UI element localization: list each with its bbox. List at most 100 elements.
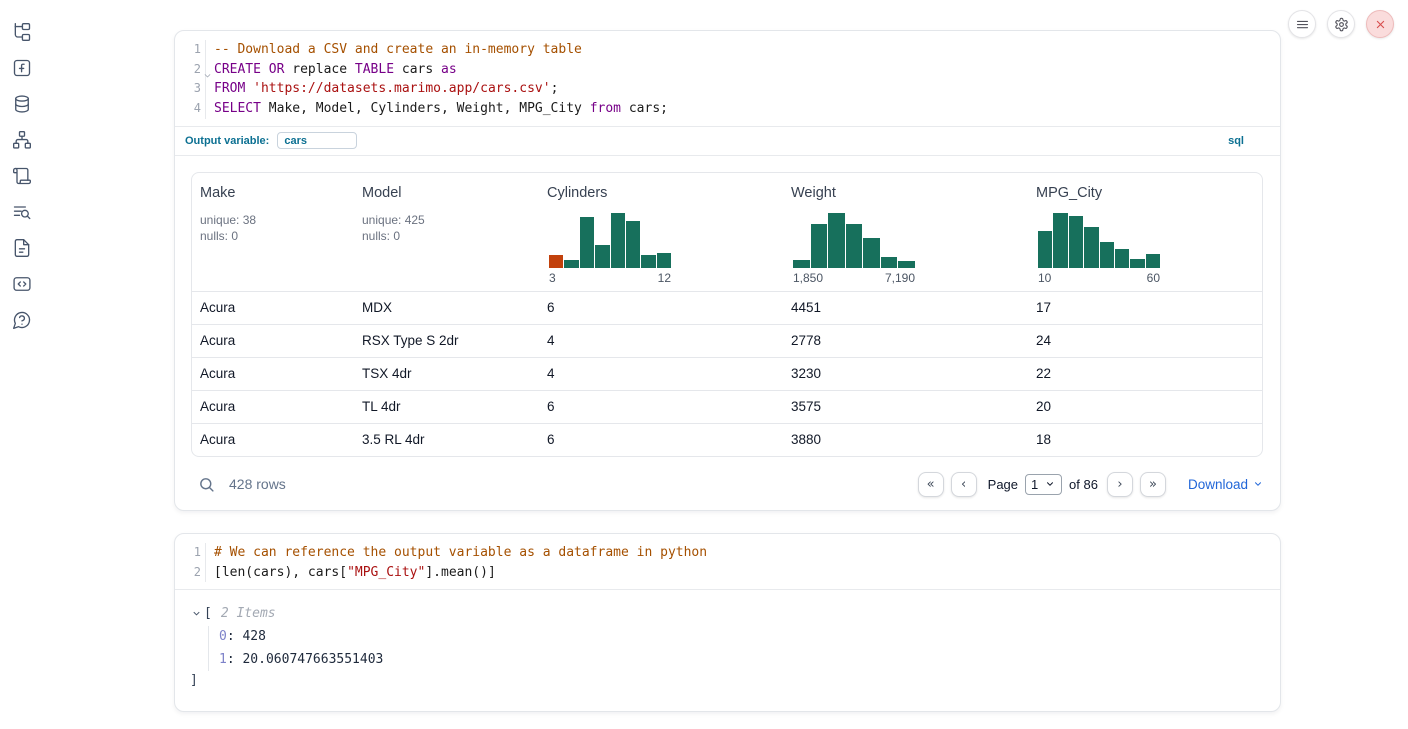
table-cell: 17	[1028, 291, 1263, 324]
code-line: 4SELECT Make, Model, Cylinders, Weight, …	[175, 99, 1280, 119]
column-histogram[interactable]: 312	[549, 213, 671, 285]
column-name: Cylinders	[547, 185, 775, 201]
histogram-axis-labels: 312	[549, 271, 671, 285]
output-tree: [ 2 Items 0: 4281: 20.060747663551403 ]	[175, 590, 1280, 691]
dependency-graph-icon[interactable]	[12, 130, 32, 150]
page-select[interactable]: 1	[1025, 474, 1062, 495]
first-page-button[interactable]: «	[918, 472, 944, 497]
settings-button[interactable]	[1327, 10, 1355, 38]
download-button[interactable]: Download	[1188, 477, 1263, 492]
histogram-bar	[657, 253, 671, 268]
table-cell: 3.5 RL 4dr	[354, 423, 539, 456]
histogram-bar	[549, 255, 563, 267]
code-line: 2CREATE OR replace TABLE cars as	[175, 60, 1280, 80]
histogram-axis-labels: 1060	[1038, 271, 1160, 285]
table-cell: 4451	[783, 291, 1028, 324]
table-cell: 4	[539, 357, 783, 390]
tree-entry: 0: 428	[219, 626, 1280, 649]
page-select-value: 1	[1031, 477, 1038, 492]
table-cell: TL 4dr	[354, 390, 539, 423]
last-page-button[interactable]: »	[1140, 472, 1166, 497]
divider	[175, 155, 1280, 156]
language-badge: sql	[1228, 135, 1244, 147]
table-row[interactable]: AcuraTL 4dr6357520	[192, 390, 1263, 423]
table-row[interactable]: AcuraTSX 4dr4323022	[192, 357, 1263, 390]
table-row[interactable]: Acura3.5 RL 4dr6388018	[192, 423, 1263, 456]
function-square-icon[interactable]	[12, 58, 32, 78]
menu-icon	[1295, 17, 1310, 32]
table-cell: 6	[539, 291, 783, 324]
column-header-model[interactable]: Model unique: 425nulls: 0	[354, 173, 539, 291]
column-header-weight[interactable]: Weight1,8507,190	[783, 173, 1028, 291]
help-circle-icon[interactable]	[12, 310, 32, 330]
table-cell: 18	[1028, 423, 1263, 456]
scroll-icon[interactable]	[12, 166, 32, 186]
histogram-bar	[846, 224, 863, 268]
table-cell: RSX Type S 2dr	[354, 324, 539, 357]
histogram-bar	[1100, 242, 1114, 267]
table-row[interactable]: AcuraRSX Type S 2dr4277824	[192, 324, 1263, 357]
database-icon[interactable]	[12, 94, 32, 114]
column-header-cylinders[interactable]: Cylinders 312	[539, 173, 783, 291]
sql-code-editor[interactable]: 1-- Download a CSV and create an in-memo…	[175, 31, 1280, 126]
row-count: 428 rows	[229, 476, 286, 492]
list-search-icon[interactable]	[12, 202, 32, 222]
collapse-caret-icon[interactable]	[191, 608, 202, 619]
histogram-bar	[793, 260, 810, 268]
python-code-editor[interactable]: 1# We can reference the output variable …	[175, 534, 1280, 589]
histogram-bar	[1130, 259, 1144, 268]
table-body: AcuraMDX6445117AcuraRSX Type S 2dr427782…	[192, 291, 1263, 456]
code-line: 1-- Download a CSV and create an in-memo…	[175, 40, 1280, 60]
table-cell: MDX	[354, 291, 539, 324]
histogram-bar	[564, 260, 578, 268]
code-line: 3FROM 'https://datasets.marimo.app/cars.…	[175, 79, 1280, 99]
code-snippet-icon[interactable]	[12, 274, 32, 294]
table-cell: Acura	[192, 324, 354, 357]
histogram-axis-labels: 1,8507,190	[793, 271, 915, 285]
histogram-bar	[1084, 227, 1098, 267]
file-tree-icon[interactable]	[12, 22, 32, 42]
next-page-button[interactable]: ›	[1107, 472, 1133, 497]
shutdown-button[interactable]	[1366, 10, 1394, 38]
search-icon[interactable]	[198, 476, 215, 493]
table-cell: 3230	[783, 357, 1028, 390]
fold-chevron-icon[interactable]	[203, 67, 212, 76]
histogram-bar	[1115, 249, 1129, 268]
code-line: 2[len(cars), cars["MPG_City"].mean()]	[175, 563, 1280, 583]
histogram-bar	[1038, 231, 1052, 267]
table-cell: 6	[539, 423, 783, 456]
column-header-make[interactable]: Makeunique: 38nulls: 0	[192, 173, 354, 291]
column-histogram[interactable]: 1060	[1038, 213, 1160, 285]
result-table: Makeunique: 38nulls: 0 Model unique: 425nu…	[191, 172, 1263, 457]
table-cell: 20	[1028, 390, 1263, 423]
table-cell: 2778	[783, 324, 1028, 357]
table-footer: 428 rows « ‹ Page 1 of 86 › » Download	[191, 469, 1263, 499]
table-header-row: Makeunique: 38nulls: 0 Model unique: 425nu…	[192, 173, 1263, 291]
topbar	[1288, 10, 1394, 38]
code-line: 1# We can reference the output variable …	[175, 543, 1280, 563]
table-row[interactable]: AcuraMDX6445117	[192, 291, 1263, 324]
histogram-bar	[863, 238, 880, 268]
file-text-icon[interactable]	[12, 238, 32, 258]
table-cell: 3575	[783, 390, 1028, 423]
column-header-mpg_city[interactable]: MPG_City 1060	[1028, 173, 1263, 291]
prev-page-button[interactable]: ‹	[951, 472, 977, 497]
histogram-bar	[898, 261, 915, 268]
table-cell: 3880	[783, 423, 1028, 456]
column-stats: unique: 425nulls: 0	[362, 212, 531, 244]
table-cell: Acura	[192, 423, 354, 456]
output-variable-input[interactable]	[277, 132, 357, 149]
gear-icon	[1334, 17, 1349, 32]
menu-button[interactable]	[1288, 10, 1316, 38]
histogram-bar	[641, 255, 655, 267]
sql-cell: 1-- Download a CSV and create an in-memo…	[174, 30, 1281, 511]
column-histogram[interactable]: 1,8507,190	[793, 213, 915, 285]
histogram-bar	[580, 217, 594, 268]
table-cell: 4	[539, 324, 783, 357]
histogram-bar	[1069, 216, 1083, 268]
download-label: Download	[1188, 477, 1248, 492]
column-name: Model	[362, 185, 531, 201]
tree-entry: 1: 20.060747663551403	[219, 649, 1280, 672]
column-name: MPG_City	[1036, 185, 1258, 201]
histogram-bar	[1146, 254, 1160, 267]
